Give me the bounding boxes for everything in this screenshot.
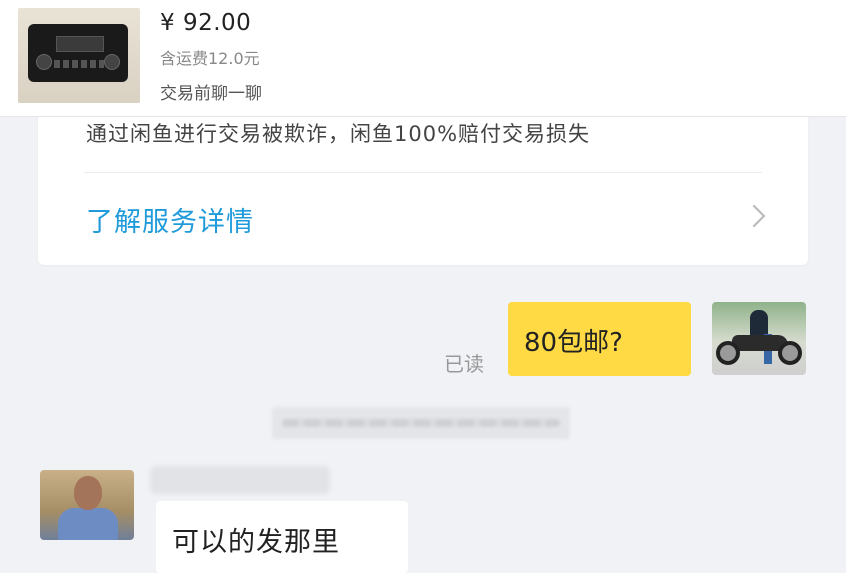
chat-before-trade-label: 交易前聊一聊 [160, 84, 262, 104]
radio-knob-left [36, 54, 52, 70]
service-guarantee-card: 通过闲鱼进行交易被欺诈，闲鱼100%赔付交易损失 了解服务详情 [38, 100, 808, 265]
read-status: 已读 [444, 352, 484, 376]
radio-buttons [54, 60, 104, 68]
incoming-message-text: 可以的发那里 [172, 527, 340, 558]
outgoing-message-bubble[interactable]: 80包邮? [508, 302, 691, 376]
blurred-system-notice [272, 407, 570, 439]
radio-knob-right [104, 54, 120, 70]
product-price: ¥ 92.00 [160, 10, 252, 36]
service-details-link[interactable]: 了解服务详情 [86, 200, 254, 239]
blurred-seller-name [150, 466, 330, 494]
car-radio-image [28, 24, 128, 82]
blurred-text [282, 419, 560, 427]
seller-avatar[interactable] [40, 470, 134, 540]
product-thumbnail[interactable] [18, 8, 140, 103]
radio-screen [56, 36, 104, 52]
guarantee-text: 通过闲鱼进行交易被欺诈，闲鱼100%赔付交易损失 [86, 122, 591, 146]
seller-avatar-head [74, 476, 102, 510]
shipping-fee: 含运费12.0元 [160, 49, 260, 68]
avatar-wheel-rear [778, 341, 802, 365]
card-divider [84, 172, 762, 173]
avatar-wheel-front [716, 341, 740, 365]
incoming-message-bubble[interactable]: 可以的发那里 [156, 501, 408, 573]
product-header[interactable]: ¥ 92.00 含运费12.0元 交易前聊一聊 [0, 0, 846, 117]
chevron-right-icon[interactable] [742, 204, 766, 228]
my-avatar[interactable] [712, 302, 806, 375]
seller-avatar-body [58, 508, 118, 540]
outgoing-message-text: 80包邮? [524, 328, 623, 358]
